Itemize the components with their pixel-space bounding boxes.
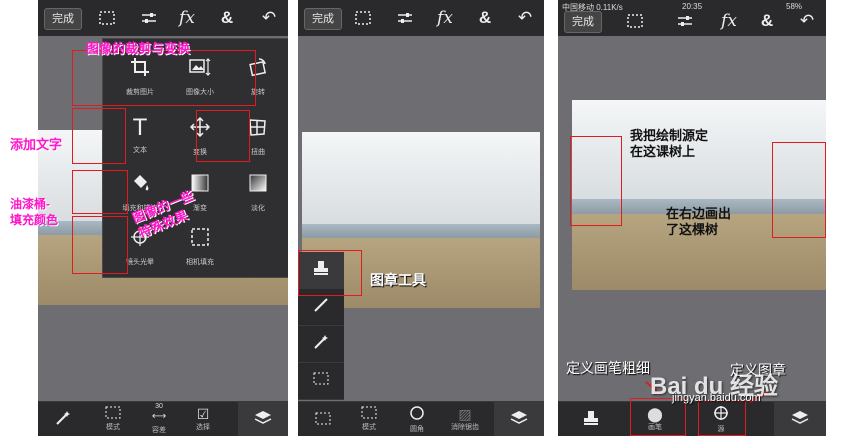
tool-stamp[interactable]: [568, 402, 614, 436]
fade-icon: [248, 173, 268, 197]
undo-icon[interactable]: ↶: [256, 5, 282, 31]
annotation-brush-size: 定义画笔粗细: [566, 360, 650, 376]
tolerance-value: 30: [155, 403, 163, 410]
adjust-icon[interactable]: [136, 5, 162, 31]
baidu-watermark-url: jingyan.baidu.com: [672, 392, 761, 404]
tool-label: 模式: [362, 424, 376, 431]
layers-icon: [791, 410, 809, 428]
annotation-paint-bucket: 油漆桶- 填充颜色: [10, 197, 59, 227]
bottom-toolbar: ⬤ 画笔 源: [558, 401, 826, 436]
marquee-icon: [105, 406, 121, 421]
tolerance-slider-icon: ⟷: [151, 411, 167, 422]
top-toolbar: 完成 fx & ↶: [38, 0, 288, 36]
tool-tolerance[interactable]: 30 ⟷ 容差: [136, 402, 182, 436]
tool-magic-wand[interactable]: [40, 402, 86, 436]
rounded-corner-icon: [409, 405, 425, 423]
tool-marquee[interactable]: [298, 363, 344, 400]
tool-label: 消除锯齿: [451, 423, 479, 431]
tool-layers[interactable]: [238, 402, 288, 436]
annotation-box-fill: [72, 170, 128, 214]
tool-antialias[interactable]: ▨ 消除锯齿: [442, 402, 488, 436]
annotation-box-distort: [196, 110, 250, 162]
annotation-stamp-tool: 图章工具: [370, 272, 426, 288]
marquee-icon: [315, 412, 331, 427]
menu-item-label: 淡化: [251, 205, 265, 212]
annotation-source-tree: 我把绘制源定 在这课树上: [630, 128, 709, 159]
antialias-icon: ▨: [458, 405, 472, 422]
fill-bucket-icon: [130, 173, 150, 197]
tool-label: 选择: [196, 423, 210, 431]
fx-icon[interactable]: fx: [432, 5, 458, 31]
tool-mode[interactable]: 模式: [90, 402, 136, 436]
annotation-right-tree: 在右边画出 了这棵树: [666, 206, 732, 237]
distort-icon: [248, 117, 268, 141]
tool-label: 模式: [106, 424, 120, 431]
selection-icon[interactable]: [94, 5, 120, 31]
menu-item-label: 相机填充: [186, 259, 214, 266]
annotation-box-stamp: [298, 250, 362, 296]
tool-layers[interactable]: [774, 402, 826, 436]
tool-layers[interactable]: [494, 402, 544, 436]
checkbox-icon: ☑: [196, 405, 210, 422]
fx-icon[interactable]: fx: [716, 8, 742, 34]
menu-item-fade[interactable]: 淡化: [229, 167, 287, 219]
adjust-icon[interactable]: [672, 8, 698, 34]
panel-2: 完成 fx & ↶ 模式 圆角 ▨ 消除锯齿: [298, 0, 544, 436]
magic-wand-icon: [55, 410, 71, 428]
annotation-crop-transform: 图像的裁剪与变换: [86, 41, 191, 56]
text-icon: T: [133, 116, 147, 141]
done-button[interactable]: 完成: [304, 8, 342, 30]
ampersand-icon[interactable]: &: [214, 5, 240, 31]
ampersand-icon[interactable]: &: [754, 8, 780, 34]
brush-icon: [312, 296, 330, 319]
annotation-box-effects: [72, 216, 128, 274]
selection-icon[interactable]: [622, 8, 648, 34]
camera-fill-icon: [190, 227, 210, 251]
menu-item-label: 镜头光晕: [126, 259, 154, 266]
menu-item-label: 扭曲: [251, 149, 265, 156]
tool-mode[interactable]: 模式: [346, 402, 392, 436]
tool-magic-wand[interactable]: [298, 326, 344, 363]
bottom-toolbar: 模式 30 ⟷ 容差 ☑ 选择: [38, 401, 288, 436]
done-button[interactable]: 完成: [564, 11, 602, 33]
ampersand-icon[interactable]: &: [472, 5, 498, 31]
undo-icon[interactable]: ↶: [512, 5, 538, 31]
tool-label: 容差: [152, 427, 166, 434]
tool-rounded-corner[interactable]: 圆角: [394, 402, 440, 436]
tool-label: 圆角: [410, 425, 424, 433]
stamp-icon: [582, 409, 600, 429]
tool-marquee-bottom[interactable]: [300, 402, 346, 436]
marquee-icon: [361, 406, 377, 421]
annotation-box-right-tree: [772, 142, 826, 238]
magic-wand-icon: [313, 334, 329, 355]
marquee-icon: [313, 372, 329, 390]
tool-select[interactable]: ☑ 选择: [180, 402, 226, 436]
annotation-add-text: 添加文字: [10, 137, 63, 152]
annotation-box-source-tree: [570, 136, 622, 226]
done-button[interactable]: 完成: [44, 8, 82, 30]
menu-item-camera-fill[interactable]: 相机填充: [171, 221, 229, 273]
annotation-box-define-stamp: [698, 400, 746, 436]
top-toolbar: 中国移动 0.11K/s 20:35 58% 完成 fx & ↶: [558, 0, 826, 36]
undo-icon[interactable]: ↶: [794, 8, 820, 34]
menu-item-label: 文本: [133, 147, 147, 154]
annotation-box-crop-row: [72, 50, 256, 106]
fx-icon[interactable]: fx: [174, 5, 200, 31]
bottom-toolbar: 模式 圆角 ▨ 消除锯齿: [298, 401, 544, 436]
layers-icon: [510, 410, 528, 428]
top-toolbar: 完成 fx & ↶: [298, 0, 544, 36]
layers-icon: [254, 410, 272, 428]
adjust-icon[interactable]: [392, 5, 418, 31]
annotation-box-text: [72, 108, 126, 164]
selection-icon[interactable]: [350, 5, 376, 31]
